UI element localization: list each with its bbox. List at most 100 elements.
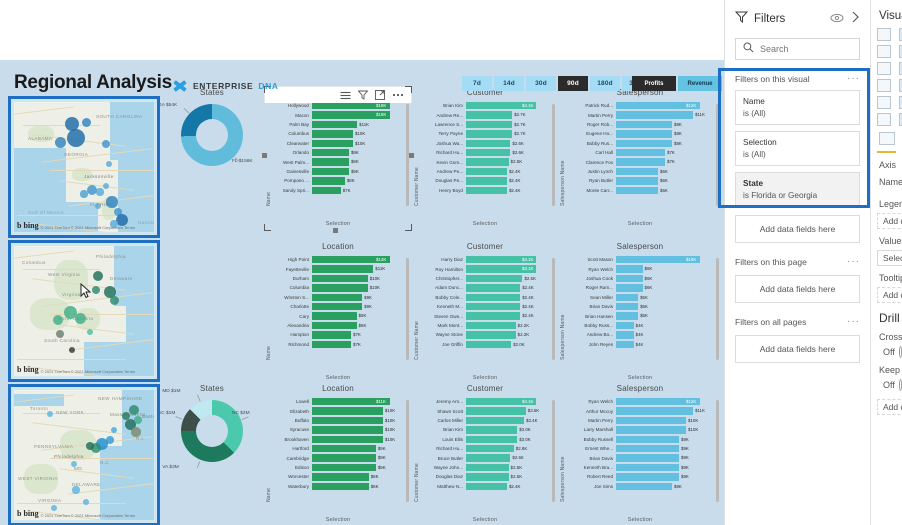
visual-type-icon-8[interactable]: [877, 96, 891, 109]
period-button-180d[interactable]: 180d: [590, 76, 620, 91]
map-visual-midatlantic-map[interactable]: Philadelphia Columbus West Virginia Delawar…: [8, 240, 160, 382]
map-data-bubble[interactable]: [74, 312, 86, 324]
tooltips-dropzone[interactable]: Add data fields here: [877, 287, 902, 303]
visual-type-gallery[interactable]: [871, 22, 902, 126]
customer-bar-chart-row1[interactable]: Customer Customer Name Brian Kim $4.1K Andre…: [414, 86, 556, 228]
bar-row[interactable]: Adam Dunc... $2.4K: [422, 283, 551, 292]
map-data-bubble[interactable]: [93, 271, 103, 281]
customer-bar-chart-row3[interactable]: Customer Customer Name Jeremy Arn... $4.1K S…: [414, 382, 556, 524]
bar-row[interactable]: Eugene Ho... $8K: [568, 129, 715, 138]
table-visual-icon[interactable]: [879, 132, 895, 145]
bar-row[interactable]: Carl Hall $7K: [568, 148, 715, 157]
bar-fill[interactable]: [312, 148, 349, 157]
bar-fill[interactable]: [466, 416, 525, 425]
bar-fill[interactable]: [466, 463, 509, 472]
vertical-scrollbar[interactable]: [716, 258, 719, 360]
map-data-bubble[interactable]: [86, 442, 94, 450]
bar-fill[interactable]: [466, 454, 511, 462]
bar-row[interactable]: Bobby Russ... $4K: [568, 321, 715, 330]
bar-fill[interactable]: [616, 435, 679, 443]
bar-fill[interactable]: [616, 177, 658, 185]
bar-row[interactable]: High Point $14K: [274, 255, 405, 264]
bar-row[interactable]: Douglas Pe... $2.4K: [422, 176, 551, 185]
bar-row[interactable]: Ryan Butler $6K: [568, 176, 715, 185]
bar-fill[interactable]: [312, 340, 351, 348]
bar-row[interactable]: Jeremy Arn... $4.1K: [422, 397, 551, 406]
bar-fill[interactable]: [616, 331, 634, 339]
bar-fill[interactable]: [466, 482, 507, 490]
bar-row[interactable]: Cary $8K: [274, 311, 405, 320]
filter-card-state[interactable]: State is Florida or Georgia: [735, 172, 860, 207]
bar-fill[interactable]: [616, 302, 639, 311]
bar-row[interactable]: Joe Griffin $2.0K: [422, 340, 551, 349]
bar-row[interactable]: Martin Perry $11K: [568, 110, 715, 119]
bar-row[interactable]: Edison $9K: [274, 463, 405, 472]
filter-icon[interactable]: [358, 90, 368, 100]
bar-row[interactable]: Kenneth M... $2.4K: [422, 302, 551, 311]
vertical-scrollbar[interactable]: [552, 400, 555, 502]
map-data-bubble[interactable]: [129, 405, 139, 415]
bar-fill[interactable]: [312, 444, 376, 453]
map-data-bubble[interactable]: [72, 486, 80, 494]
vertical-scrollbar[interactable]: [406, 400, 409, 502]
map-visual-southeast-map[interactable]: SOUTH CAROLINA ALABAMA GEORGIA Jacksonville…: [8, 96, 160, 238]
bar-row[interactable]: Andrew Bo... $4K: [568, 330, 715, 339]
bar-row[interactable]: Brookhaven $10K: [274, 435, 405, 444]
bar-row[interactable]: Martin Perry $10K: [568, 416, 715, 425]
map-data-bubble[interactable]: [134, 416, 142, 424]
bar-row[interactable]: Alexandria $8K: [274, 321, 405, 330]
bar-row[interactable]: Shawn Scott $3.5K: [422, 406, 551, 415]
bar-fill[interactable]: [466, 120, 513, 129]
bar-row[interactable]: Columbia $10K: [274, 283, 405, 292]
bar-fill[interactable]: [466, 293, 521, 301]
location-bar-chart-row1[interactable]: LocationNameHollywood$19KMacon$19KPalm B…: [266, 86, 410, 228]
bar-fill[interactable]: [312, 139, 354, 147]
vertical-scrollbar[interactable]: [716, 400, 719, 502]
legend-dropzone[interactable]: Add data fields here: [877, 213, 902, 229]
bar-row[interactable]: Andrew Re... $2.7K: [422, 110, 551, 119]
visual-menu-icon[interactable]: [340, 91, 351, 100]
bar-fill[interactable]: [466, 302, 521, 311]
bar-row[interactable]: Winston S... $9K: [274, 293, 405, 302]
bar-fill[interactable]: [616, 120, 672, 129]
bar-row[interactable]: West Palm... $9K: [274, 157, 405, 166]
vertical-scrollbar[interactable]: [406, 258, 409, 360]
bar-fill[interactable]: [616, 473, 679, 481]
bar-row[interactable]: Bobby Rus... $8K: [568, 139, 715, 148]
bar-fill[interactable]: [312, 435, 383, 443]
filters-search-input[interactable]: Search: [735, 38, 860, 60]
visual-type-icon-2[interactable]: [877, 45, 891, 58]
bar-fill[interactable]: [312, 293, 363, 301]
bar-fill[interactable]: [616, 111, 693, 119]
bar-row[interactable]: Robert Reed $9K: [568, 472, 715, 481]
selection-corner-br[interactable]: [405, 224, 412, 231]
bar-fill[interactable]: [312, 482, 369, 490]
period-button-30d[interactable]: 30d: [526, 76, 556, 91]
bar-fill[interactable]: [466, 321, 516, 330]
visual-type-icon-6[interactable]: [877, 79, 891, 92]
hide-pane-eye-icon[interactable]: [830, 10, 844, 28]
bar-row[interactable]: Hartford $9K: [274, 444, 405, 453]
bar-row[interactable]: Elizabeth $10K: [274, 406, 405, 415]
map-data-bubble[interactable]: [81, 117, 91, 127]
bar-fill[interactable]: [466, 130, 513, 138]
bar-fill[interactable]: [616, 407, 693, 415]
bar-fill[interactable]: [466, 340, 512, 348]
bar-row[interactable]: Macon $19K: [274, 110, 405, 119]
bar-row[interactable]: Ryan Welch $6K: [568, 264, 715, 273]
map-data-bubble[interactable]: [92, 286, 100, 294]
customer-bar-chart-row2[interactable]: Customer Customer Name Harry Diaz $3.1K Roy …: [414, 240, 556, 382]
bar-row[interactable]: Pompano ... $8K: [274, 176, 405, 185]
bar-row[interactable]: Lowell $11K: [274, 397, 405, 406]
bar-fill[interactable]: [616, 416, 686, 425]
bar-fill[interactable]: [312, 312, 357, 320]
vertical-scrollbar[interactable]: [552, 104, 555, 206]
bar-fill[interactable]: [312, 284, 368, 292]
bar-fill[interactable]: [312, 167, 349, 176]
bar-row[interactable]: Hampton $7K: [274, 330, 405, 339]
bar-row[interactable]: Richard Hu... $2.8K: [422, 444, 551, 453]
selection-handle-right[interactable]: [409, 153, 414, 158]
selection-handle-left[interactable]: [262, 153, 267, 158]
bar-fill[interactable]: [466, 331, 516, 339]
bar-row[interactable]: Andrew Pe... $2.4K: [422, 167, 551, 176]
